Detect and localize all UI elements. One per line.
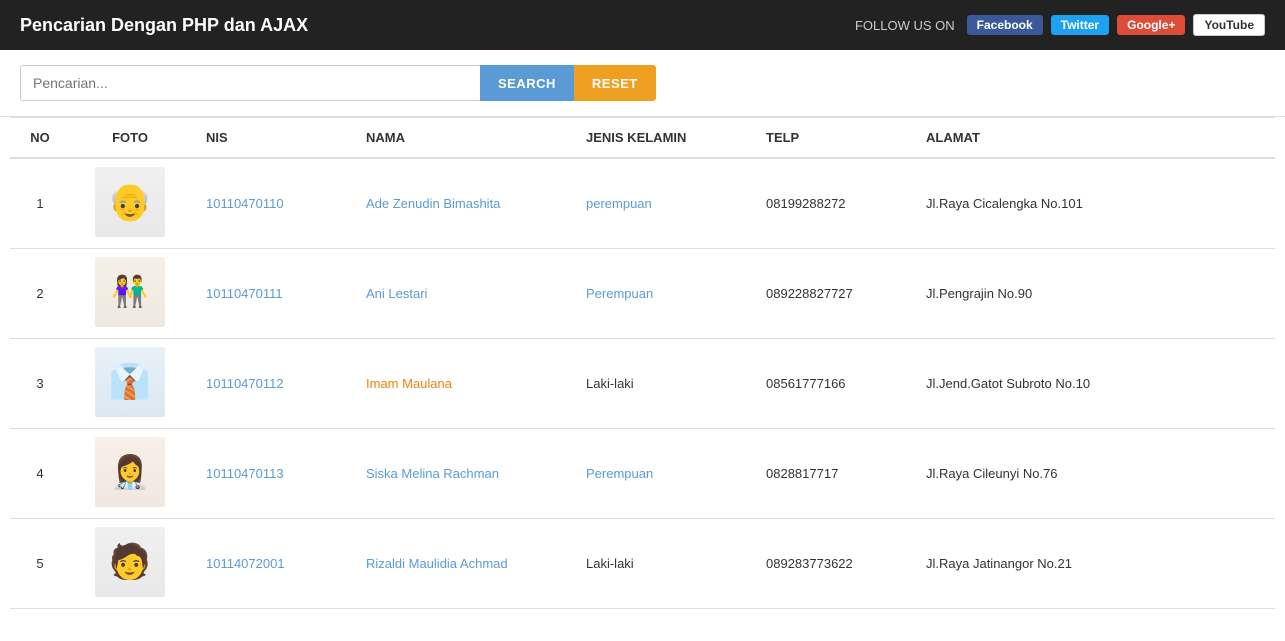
twitter-button[interactable]: Twitter xyxy=(1051,15,1109,35)
cell-nis[interactable]: 10114072001 xyxy=(190,519,350,609)
avatar xyxy=(95,257,165,327)
cell-foto xyxy=(70,158,190,249)
cell-nis[interactable]: 10110470111 xyxy=(190,249,350,339)
avatar xyxy=(95,437,165,507)
search-input[interactable] xyxy=(20,65,480,101)
social-links: FOLLOW US ON Facebook Twitter Google+ Yo… xyxy=(855,14,1265,36)
data-table-wrapper: NO FOTO NIS NAMA JENIS KELAMIN TELP ALAM… xyxy=(0,117,1285,609)
search-bar: SEARCH RESET xyxy=(0,50,1285,117)
table-row: 1 10110470110 Ade Zenudin Bimashita pere… xyxy=(10,158,1275,249)
cell-telp: 089283773622 xyxy=(750,519,910,609)
cell-foto xyxy=(70,249,190,339)
col-header-foto: FOTO xyxy=(70,118,190,159)
search-button[interactable]: SEARCH xyxy=(480,65,574,101)
col-header-jk: JENIS KELAMIN xyxy=(570,118,750,159)
cell-nis[interactable]: 10110470110 xyxy=(190,158,350,249)
cell-jk: perempuan xyxy=(570,158,750,249)
youtube-button[interactable]: YouTube xyxy=(1193,14,1265,36)
col-header-nama: NAMA xyxy=(350,118,570,159)
cell-no: 4 xyxy=(10,429,70,519)
cell-alamat: Jl.Raya Cicalengka No.101 xyxy=(910,158,1275,249)
cell-nama[interactable]: Rizaldi Maulidia Achmad xyxy=(350,519,570,609)
table-row: 3 10110470112 Imam Maulana Laki-laki 085… xyxy=(10,339,1275,429)
cell-jk: Laki-laki xyxy=(570,519,750,609)
cell-jk: Perempuan xyxy=(570,429,750,519)
col-header-telp: TELP xyxy=(750,118,910,159)
cell-nama[interactable]: Ani Lestari xyxy=(350,249,570,339)
cell-foto xyxy=(70,429,190,519)
cell-telp: 08561777166 xyxy=(750,339,910,429)
header: Pencarian Dengan PHP dan AJAX FOLLOW US … xyxy=(0,0,1285,50)
cell-no: 3 xyxy=(10,339,70,429)
google-plus-button[interactable]: Google+ xyxy=(1117,15,1185,35)
reset-button[interactable]: RESET xyxy=(574,65,656,101)
table-header-row: NO FOTO NIS NAMA JENIS KELAMIN TELP ALAM… xyxy=(10,118,1275,159)
cell-telp: 0828817717 xyxy=(750,429,910,519)
cell-alamat: Jl.Raya Cileunyi No.76 xyxy=(910,429,1275,519)
avatar xyxy=(95,347,165,417)
table-row: 5 10114072001 Rizaldi Maulidia Achmad La… xyxy=(10,519,1275,609)
col-header-alamat: ALAMAT xyxy=(910,118,1275,159)
cell-alamat: Jl.Raya Jatinangor No.21 xyxy=(910,519,1275,609)
cell-no: 5 xyxy=(10,519,70,609)
avatar xyxy=(95,167,165,237)
cell-no: 2 xyxy=(10,249,70,339)
avatar xyxy=(95,527,165,597)
cell-jk: Laki-laki xyxy=(570,339,750,429)
cell-nis[interactable]: 10110470112 xyxy=(190,339,350,429)
page-title: Pencarian Dengan PHP dan AJAX xyxy=(20,15,308,36)
cell-foto xyxy=(70,519,190,609)
cell-nis[interactable]: 10110470113 xyxy=(190,429,350,519)
cell-alamat: Jl.Pengrajin No.90 xyxy=(910,249,1275,339)
cell-telp: 08199288272 xyxy=(750,158,910,249)
cell-nama[interactable]: Ade Zenudin Bimashita xyxy=(350,158,570,249)
col-header-nis: NIS xyxy=(190,118,350,159)
follow-label: FOLLOW US ON xyxy=(855,18,955,33)
col-header-no: NO xyxy=(10,118,70,159)
cell-nama[interactable]: Siska Melina Rachman xyxy=(350,429,570,519)
cell-nama[interactable]: Imam Maulana xyxy=(350,339,570,429)
cell-telp: 089228827727 xyxy=(750,249,910,339)
table-row: 4 10110470113 Siska Melina Rachman Perem… xyxy=(10,429,1275,519)
facebook-button[interactable]: Facebook xyxy=(967,15,1043,35)
cell-jk: Perempuan xyxy=(570,249,750,339)
data-table: NO FOTO NIS NAMA JENIS KELAMIN TELP ALAM… xyxy=(10,117,1275,609)
table-row: 2 10110470111 Ani Lestari Perempuan 0892… xyxy=(10,249,1275,339)
cell-alamat: Jl.Jend.Gatot Subroto No.10 xyxy=(910,339,1275,429)
cell-no: 1 xyxy=(10,158,70,249)
cell-foto xyxy=(70,339,190,429)
